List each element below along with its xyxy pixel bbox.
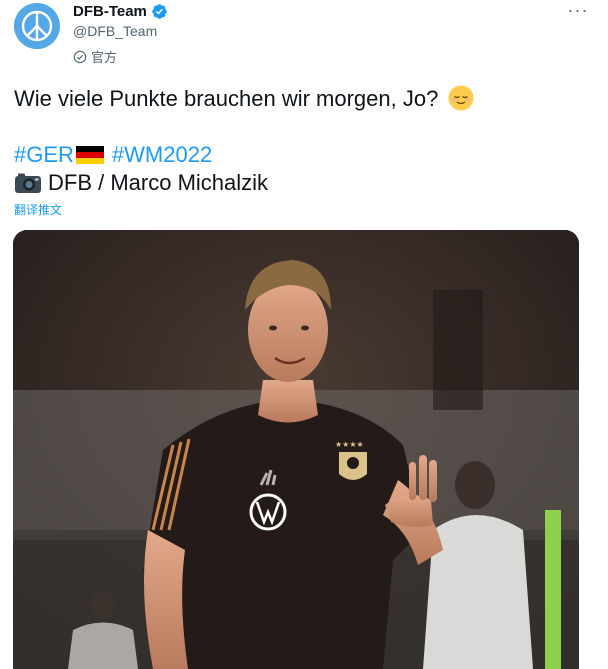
svg-text:★★★★: ★★★★	[335, 440, 364, 449]
display-name[interactable]: DFB-Team	[73, 3, 147, 20]
tweet-text: Wie viele Punkte brauchen wir morgen, Jo…	[14, 84, 474, 114]
camera-emoji	[15, 173, 41, 193]
avatar[interactable]	[14, 3, 60, 49]
hashtag-row: #GER #WM2022	[14, 140, 212, 170]
photo-credit: DFB / Marco Michalzik	[14, 168, 268, 198]
tweet-photo[interactable]: ★★★★	[13, 230, 579, 669]
tweet-header: DFB-Team @DFB_Team 官方 ···	[14, 1, 594, 66]
hashtag-wm2022[interactable]: #WM2022	[112, 140, 212, 170]
germany-flag-emoji	[75, 146, 104, 164]
relieved-face-emoji	[448, 85, 474, 111]
hashtag-ger[interactable]: #GER	[14, 140, 74, 170]
peace-sign-icon	[14, 3, 60, 49]
official-check-icon	[73, 50, 87, 63]
user-handle[interactable]: @DFB_Team	[73, 23, 157, 39]
official-text: 官方	[91, 50, 118, 65]
photo-football-player: ★★★★	[13, 230, 579, 669]
tweet-text-content: Wie viele Punkte brauchen wir morgen, Jo…	[14, 86, 439, 111]
verified-badge-icon	[151, 3, 168, 20]
official-label: 官方	[73, 47, 117, 66]
translate-tweet-link[interactable]: 翻译推文	[14, 201, 62, 218]
more-dots-icon[interactable]: ···	[566, 1, 590, 23]
credit-text: DFB / Marco Michalzik	[48, 170, 269, 195]
